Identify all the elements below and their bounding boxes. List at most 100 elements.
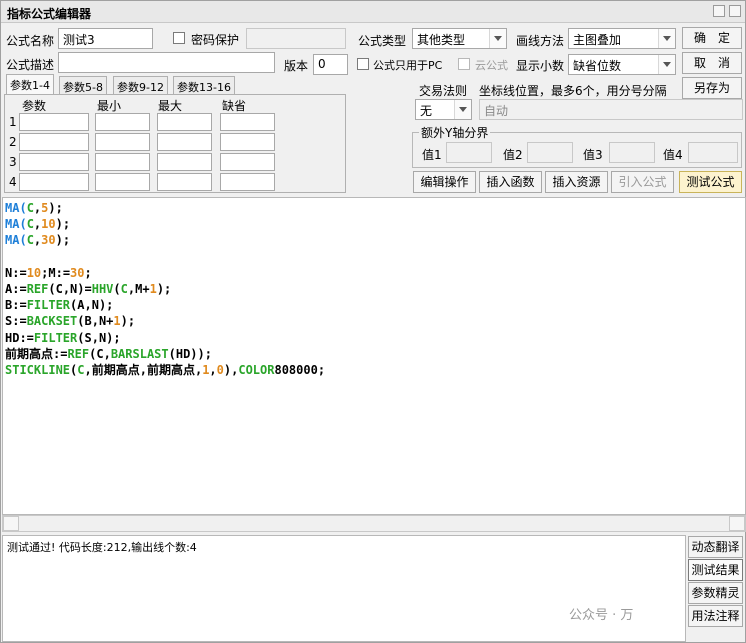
code-token: ),: [223, 362, 239, 377]
decimals-label: 显示小数: [516, 59, 565, 73]
tab-params-9-12[interactable]: 参数9-12: [113, 76, 168, 94]
param-min-field[interactable]: [95, 133, 150, 151]
param-default-field[interactable]: [220, 133, 275, 151]
chevron-down-icon[interactable]: [658, 29, 675, 48]
code-token: (HD));: [168, 346, 212, 361]
param-max-field[interactable]: [157, 153, 212, 171]
formula-type-label: 公式类型: [358, 34, 407, 48]
param-header-name: 参数: [22, 99, 47, 113]
chevron-down-icon[interactable]: [454, 100, 471, 119]
code-token: FILTER: [33, 330, 78, 345]
param-min-field[interactable]: [95, 173, 150, 191]
tab-params-1-4[interactable]: 参数1-4: [6, 74, 54, 94]
import-formula-button[interactable]: 引入公式: [611, 171, 674, 193]
maximize-icon[interactable]: [713, 5, 725, 17]
window-title: 指标公式编辑器: [7, 7, 92, 21]
draw-method-label: 画线方法: [516, 34, 565, 48]
code-token: (A,N);: [70, 298, 114, 313]
tab-params-13-16[interactable]: 参数13-16: [173, 76, 235, 94]
code-line: MA(C,10);: [5, 216, 325, 232]
trade-rule-select[interactable]: 无: [415, 99, 472, 120]
dynamic-translate-button[interactable]: 动态翻译: [688, 536, 743, 558]
draw-method-select[interactable]: 主图叠加: [568, 28, 676, 49]
param-wizard-button[interactable]: 参数精灵: [688, 582, 743, 604]
chevron-down-icon[interactable]: [489, 29, 506, 48]
code-token: );: [55, 217, 71, 232]
code-token: REF: [67, 346, 90, 361]
decimals-value: 缺省位数: [573, 59, 622, 73]
pc-only-checkbox[interactable]: [357, 58, 369, 70]
param-default-field[interactable]: [220, 113, 275, 131]
extra-y-value2-field[interactable]: [527, 142, 573, 163]
insert-resource-button[interactable]: 插入资源: [545, 171, 608, 193]
code-token: N:=: [5, 265, 27, 280]
cancel-button[interactable]: 取 消: [682, 52, 742, 74]
code-token: );: [48, 201, 63, 215]
formula-editor-window: 指标公式编辑器 公式名称 测试3 密码保护 公式类型 其他类型 画线方法 主图叠…: [0, 0, 746, 643]
decimals-select[interactable]: 缺省位数: [568, 54, 676, 75]
close-icon[interactable]: [729, 5, 741, 17]
param-min-field[interactable]: [95, 113, 150, 131]
ok-button[interactable]: 确 定: [682, 27, 742, 49]
code-editor[interactable]: MA(C,5); MA(C,10); MA(C,30); N:=10;M:=30; A…: [2, 197, 746, 515]
code-token: MA(: [5, 217, 27, 232]
code-token: STICKLINE: [5, 362, 71, 377]
formula-name-field[interactable]: 测试3: [58, 28, 153, 49]
code-token: REF: [26, 281, 49, 296]
test-formula-button[interactable]: 测试公式: [679, 171, 742, 193]
param-row-label: 1: [9, 115, 17, 129]
password-checkbox[interactable]: [173, 32, 185, 44]
test-result-button[interactable]: 测试结果: [688, 559, 743, 581]
extra-y-value4-field[interactable]: [688, 142, 738, 163]
param-max-field[interactable]: [157, 133, 212, 151]
chevron-down-icon[interactable]: [658, 55, 675, 74]
scroll-left-icon[interactable]: [3, 516, 19, 531]
horizontal-scrollbar[interactable]: [2, 515, 746, 532]
extra-y-value1-field[interactable]: [446, 142, 492, 163]
extra-y-axis-group: 额外Y轴分界 值1 值2 值3 值4: [412, 124, 742, 168]
output-pane[interactable]: 测试通过! 代码长度:212,输出线个数:4: [2, 535, 686, 642]
trade-rule-label: 交易法则: [419, 84, 468, 98]
param-header-min: 最小: [97, 99, 122, 113]
code-line: A:=REF(C,N)=HHV(C,M+1);: [5, 281, 325, 297]
code-token: HD:=: [5, 330, 34, 345]
code-token: HHV: [91, 281, 114, 296]
extra-y-value2-label: 值2: [503, 148, 523, 162]
formula-desc-label: 公式描述: [6, 58, 55, 72]
save-as-button[interactable]: 另存为: [682, 77, 742, 99]
code-token: B:=: [5, 298, 27, 313]
code-token: MA(: [5, 233, 27, 248]
param-max-field[interactable]: [157, 113, 212, 131]
param-min-field[interactable]: [95, 153, 150, 171]
cloud-formula-checkbox[interactable]: [458, 58, 470, 70]
param-max-field[interactable]: [157, 173, 212, 191]
code-token: C: [120, 281, 128, 296]
code-token: ,M+: [127, 281, 150, 296]
tab-params-5-8[interactable]: 参数5-8: [59, 76, 107, 94]
formula-desc-field[interactable]: [58, 52, 275, 73]
code-token: 前期高点:=: [5, 346, 68, 361]
param-default-field[interactable]: [220, 153, 275, 171]
param-name-field[interactable]: [19, 153, 89, 171]
usage-notes-button[interactable]: 用法注释: [688, 605, 743, 627]
param-name-field[interactable]: [19, 133, 89, 151]
password-field[interactable]: [246, 28, 346, 49]
code-token: ;: [84, 265, 92, 280]
insert-function-button[interactable]: 插入函数: [479, 171, 542, 193]
code-token: );: [156, 281, 172, 296]
param-name-field[interactable]: [19, 113, 89, 131]
extra-y-value3-field[interactable]: [609, 142, 655, 163]
scroll-right-icon[interactable]: [729, 516, 745, 531]
password-label: 密码保护: [191, 33, 240, 47]
param-row-label: 2: [9, 135, 17, 149]
edit-operations-button[interactable]: 编辑操作: [413, 171, 476, 193]
version-label: 版本: [284, 59, 309, 73]
code-line: B:=FILTER(A,N);: [5, 297, 325, 313]
version-field[interactable]: 0: [313, 54, 348, 75]
axis-position-field[interactable]: 自动: [479, 99, 743, 120]
param-name-field[interactable]: [19, 173, 89, 191]
code-token: 10: [41, 217, 56, 232]
code-token: (C,: [89, 346, 111, 361]
formula-type-select[interactable]: 其他类型: [412, 28, 507, 49]
param-default-field[interactable]: [220, 173, 275, 191]
